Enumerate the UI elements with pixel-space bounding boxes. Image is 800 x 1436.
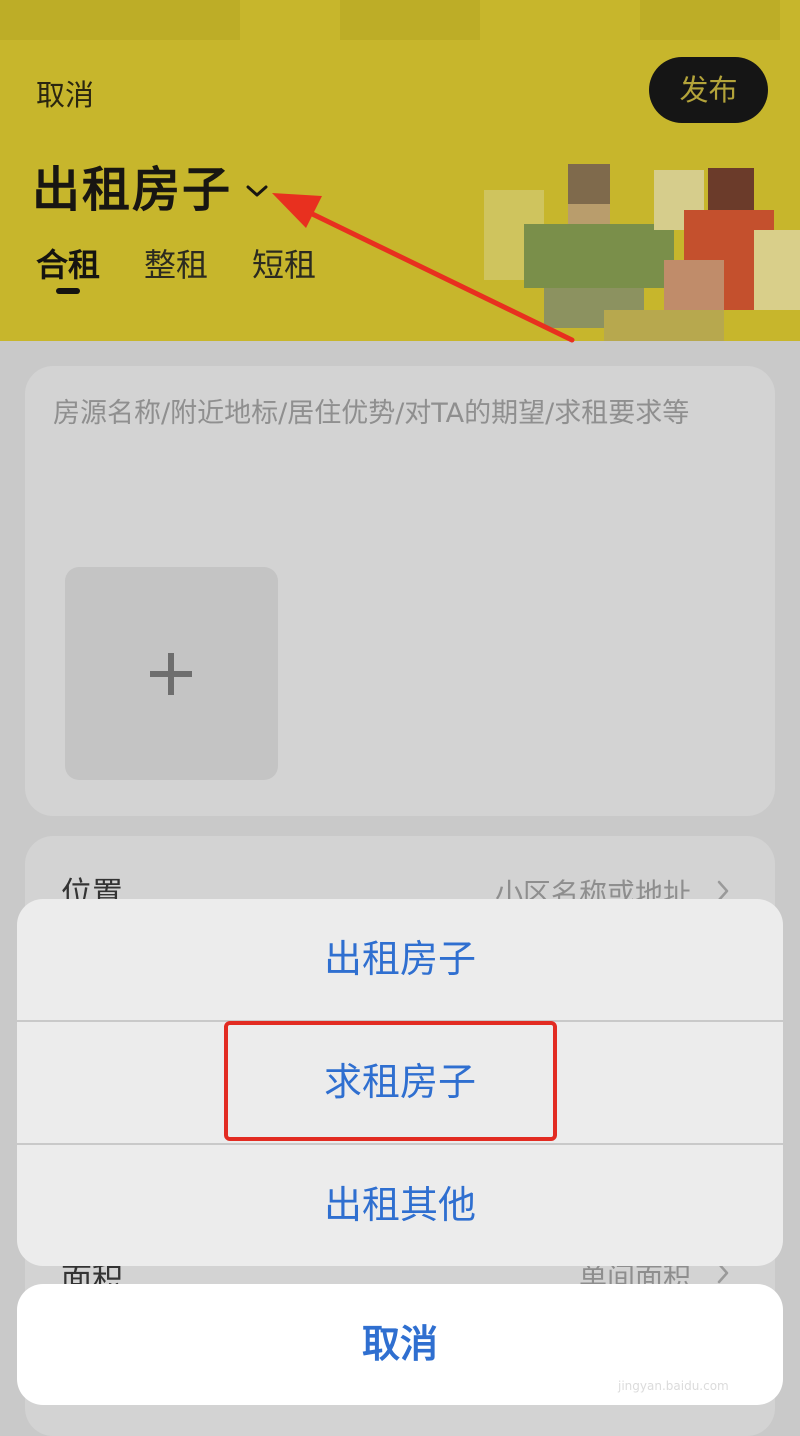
paw-logo-icon [672, 1340, 699, 1367]
watermark: Baidu经验 jingyan.baidu.com [618, 1340, 778, 1400]
arrow-annotation [272, 193, 575, 343]
watermark-url: jingyan.baidu.com [618, 1379, 729, 1393]
